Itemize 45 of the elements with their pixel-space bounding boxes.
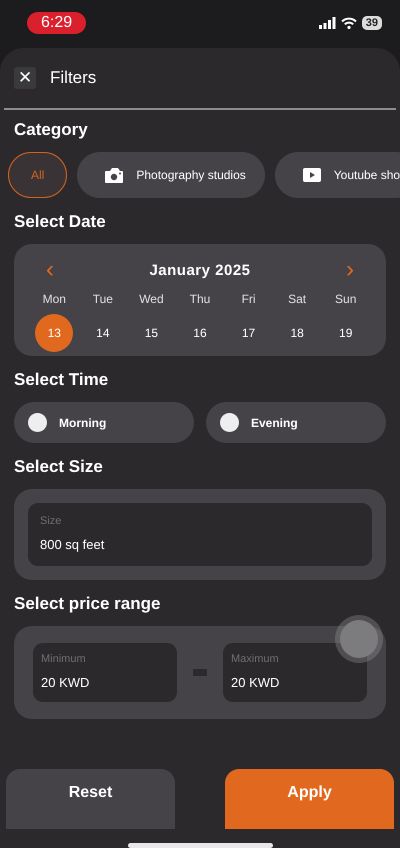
field-value: 800 sq feet <box>40 537 106 552</box>
camera-icon <box>104 166 124 184</box>
month-title: January 2025 <box>149 262 251 278</box>
category-chip[interactable]: Youtube sho <box>274 152 400 198</box>
section-title: Select Time <box>13 370 110 390</box>
calendar-day[interactable]: 16 <box>180 314 219 352</box>
section-title: Select Size <box>13 457 104 477</box>
field-label: Maximum <box>231 653 280 665</box>
calendar-day[interactable]: 14 <box>84 314 122 352</box>
radio-button[interactable] <box>220 413 239 432</box>
range-dash <box>193 669 207 676</box>
weekday-label: Tue <box>92 292 113 306</box>
weekday-label: Fri <box>242 292 256 306</box>
calendar-day[interactable]: 18 <box>278 314 316 352</box>
weekday-label: Mon <box>42 292 66 306</box>
battery-icon: 39 <box>362 16 382 30</box>
status-time: 6:29 <box>27 12 86 34</box>
touch-indicator <box>340 620 378 658</box>
section-title: Category <box>13 120 89 140</box>
calendar-day[interactable]: 15 <box>132 314 170 352</box>
section-title: Select price range <box>13 594 162 614</box>
weekday-label: Sun <box>335 292 356 306</box>
signal-icon <box>318 16 336 28</box>
close-button[interactable]: ✕ <box>14 67 36 89</box>
radio-button[interactable] <box>28 413 47 432</box>
time-option[interactable]: Evening <box>206 402 386 443</box>
maximum-field[interactable]: Maximum 20 KWD <box>223 643 367 702</box>
field-value: 20 KWD <box>41 675 90 690</box>
size-field[interactable]: Size 800 sq feet <box>28 503 372 566</box>
wifi-icon <box>340 16 357 28</box>
category-chip[interactable]: Photography studios <box>77 152 265 198</box>
weekday-label: Wed <box>139 292 164 306</box>
calendar-day[interactable]: 19 <box>326 314 365 352</box>
field-label: Minimum <box>41 653 87 665</box>
weekday-label: Sat <box>288 292 306 306</box>
calendar-day[interactable]: 17 <box>230 314 268 352</box>
reset-button[interactable]: Reset <box>6 769 175 829</box>
field-value: 20 KWD <box>231 675 280 690</box>
time-option[interactable]: Morning <box>14 402 194 443</box>
weekday-label: Thu <box>190 292 210 306</box>
section-title: Select Date <box>13 212 107 232</box>
video-icon <box>302 166 322 184</box>
minimum-field[interactable]: Minimum 20 KWD <box>33 643 177 702</box>
field-label: Size <box>40 515 62 527</box>
sheet-title: Filters <box>50 68 96 88</box>
